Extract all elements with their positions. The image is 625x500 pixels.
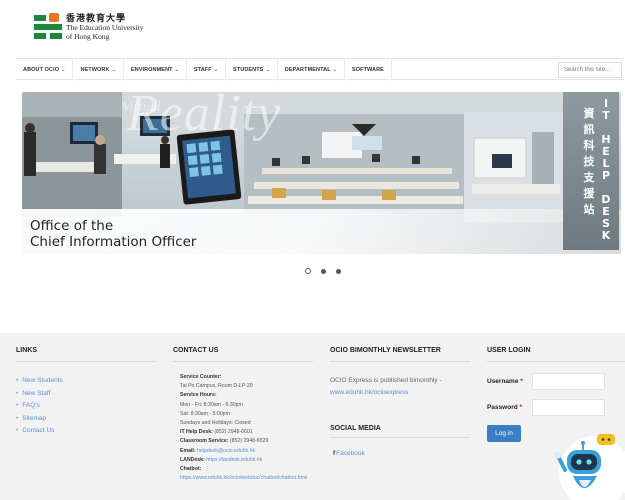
chatbot-link[interactable]: https://www.eduhk.hk/ocio/webdoc/chatbot… — [180, 475, 307, 481]
facebook-link[interactable]: fFacebook — [333, 450, 365, 457]
nav-item-environment[interactable]: ENVIRONMENT ⌄ — [124, 59, 187, 81]
service-hours-label: Service Hours: — [180, 392, 217, 399]
links-title: LINKS — [16, 347, 37, 354]
social-media-title: SOCIAL MEDIA — [330, 425, 381, 432]
login-divider — [487, 361, 625, 362]
newsletter-text: OCIO Express is published bimonthly - ww… — [330, 375, 470, 399]
chevron-down-icon: ⌄ — [174, 67, 179, 73]
social-media-divider — [330, 437, 470, 438]
logo-english-name-line1: The Education University — [66, 23, 144, 32]
contact-title: CONTACT US — [173, 347, 219, 354]
password-input[interactable] — [532, 399, 605, 416]
banner-caption-line2: Chief Information Officer — [30, 234, 197, 250]
site-header: 香港教育大學 The Education University of Hong … — [0, 0, 625, 58]
carousel-dot[interactable] — [305, 268, 311, 274]
carousel-dot[interactable] — [321, 268, 326, 274]
hero-banner: Virtual Reality Office of the Chief Info… — [22, 92, 621, 254]
hours-closed: Sundays and Holidays: Closed — [180, 420, 251, 427]
search-input[interactable] — [558, 62, 622, 78]
banner-watermark: Reality — [127, 92, 282, 142]
email-link[interactable]: helpdesk@ocio.eduhk.hk — [197, 448, 255, 454]
username-required-mark: * — [520, 378, 523, 385]
hours-weekday: Mon - Fri: 8:30am - 6:30pm — [180, 401, 243, 408]
banner-caption: Office of the Chief Information Officer — [30, 218, 196, 250]
newsletter-link[interactable]: www.eduhk.hk/ocioexpress — [330, 387, 470, 399]
facebook-icon: f — [333, 450, 336, 457]
landesk-label: LANDesk: — [180, 456, 205, 463]
nav-item-label: STUDENTS — [233, 67, 264, 73]
helpdesk-sign-chinese: 資訊科技支援站 — [583, 108, 595, 216]
email-label: Email: — [180, 447, 196, 454]
nav-item-software[interactable]: SOFTWARE — [345, 59, 392, 81]
username-label: Username * — [487, 378, 523, 385]
helpdesk-sign-english: IT HELP DESK — [601, 97, 611, 242]
footer-link-faq-s[interactable]: FAQ's — [16, 400, 63, 413]
classroom-phone: (852) 2948-6529 — [229, 438, 269, 445]
login-button[interactable]: Log in — [487, 425, 521, 442]
newsletter-title: OCIO BIMONTHLY NEWSLETTER — [330, 347, 441, 354]
nav-item-about-ocio[interactable]: ABOUT OCIO ⌄ — [16, 59, 74, 81]
chatbot-label: Chatbot: — [180, 466, 202, 473]
links-divider — [16, 361, 156, 362]
nav-item-label: ABOUT OCIO — [23, 67, 60, 73]
password-label-text: Password — [487, 404, 518, 411]
nav-item-staff[interactable]: STAFF ⌄ — [187, 59, 227, 81]
footer-link-sitemap[interactable]: Sitemap — [16, 413, 63, 426]
nav-item-label: ENVIRONMENT — [130, 67, 173, 73]
carousel-dot[interactable] — [336, 268, 341, 274]
nav-item-label: STAFF — [193, 67, 212, 73]
main-nav: ABOUT OCIO ⌄ NETWORK ⌄ ENVIRONMENT ⌄ STAFF ⌄ STU… — [16, 58, 624, 81]
newsletter-description: OCIO Express is published bimonthly - — [330, 377, 442, 384]
chatbot-robot-icon[interactable] — [553, 420, 625, 500]
nav-item-students[interactable]: STUDENTS ⌄ — [226, 59, 278, 81]
logo-english-name-line2: of Hong Kong — [66, 32, 110, 41]
classroom-label: Classroom Service: — [180, 438, 229, 445]
nav-item-label: SOFTWARE — [351, 67, 384, 73]
chevron-down-icon: ⌄ — [213, 67, 219, 73]
chevron-down-icon: ⌄ — [111, 67, 116, 73]
chevron-down-icon: ⌄ — [332, 67, 337, 73]
hours-saturday: Sat: 8:30am - 5:00pm — [180, 410, 230, 417]
service-counter-value: Tai Po Campus, Room D-LP-20 — [180, 383, 253, 390]
footer-link-contact-us[interactable]: Contact Us — [16, 425, 63, 438]
chevron-down-icon: ⌄ — [61, 67, 66, 73]
contact-divider — [173, 361, 313, 362]
links-list: New StudentsNew StaffFAQ'sSitemapContact… — [16, 375, 63, 438]
nav-item-label: DEPARTMENTAL — [284, 67, 331, 73]
login-title: USER LOGIN — [487, 347, 531, 354]
facebook-label: Facebook — [336, 450, 365, 457]
nav-item-label: NETWORK — [80, 67, 110, 73]
password-required-mark: * — [519, 404, 523, 411]
helpdesk-label: IT Help Desk: — [180, 429, 213, 436]
landesk-link[interactable]: https://landesk.eduhk.hk — [206, 457, 262, 463]
newsletter-divider — [330, 361, 470, 362]
logo-wordmark: 香港教育大學 The Education University of Hong … — [66, 13, 144, 42]
nav-item-network[interactable]: NETWORK ⌄ — [73, 59, 124, 81]
banner-caption-line1: Office of the — [30, 218, 114, 234]
password-label: Password * — [487, 404, 522, 411]
helpdesk-phone: (852) 2948-6601 — [214, 429, 253, 436]
nav-items: ABOUT OCIO ⌄ NETWORK ⌄ ENVIRONMENT ⌄ STAFF ⌄ STU… — [16, 59, 392, 81]
carousel-indicators — [305, 268, 341, 274]
username-label-text: Username — [487, 378, 519, 385]
footer-link-new-staff[interactable]: New Staff — [16, 388, 63, 401]
username-input[interactable] — [532, 373, 605, 390]
footer-link-new-students[interactable]: New Students — [16, 375, 62, 388]
service-counter-label: Service Counter: — [180, 374, 222, 380]
logo-chinese-name: 香港教育大學 — [66, 13, 127, 23]
eduhk-logo-icon — [34, 12, 62, 42]
contact-details: Service Counter: Tai Po Campus, Room D-L… — [180, 373, 330, 483]
nav-item-departmental[interactable]: DEPARTMENTAL ⌄ — [278, 59, 345, 81]
chevron-down-icon: ⌄ — [265, 67, 270, 73]
site-footer: LINKS New StudentsNew StaffFAQ'sSitemapC… — [0, 333, 625, 500]
eduhk-logo[interactable]: 香港教育大學 The Education University of Hong … — [34, 12, 164, 48]
